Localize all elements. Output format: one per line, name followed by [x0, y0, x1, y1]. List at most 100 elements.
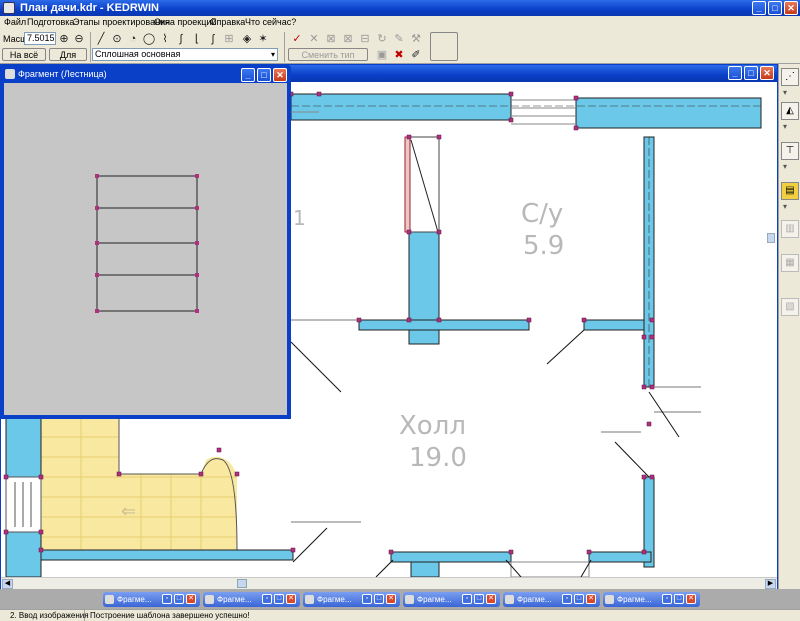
fragment-window[interactable]: Фрагмент (Лестница) _ □ ✕	[0, 65, 291, 419]
scroll-right-icon[interactable]: ▶	[765, 579, 776, 589]
close-icon[interactable]: ✕	[586, 594, 596, 604]
dimension-tool-button[interactable]: ⊤	[781, 142, 799, 160]
fragment-minimize-button[interactable]: _	[241, 68, 255, 82]
maximize-icon[interactable]: □	[474, 594, 484, 604]
spline-tool-icon[interactable]: ∫	[174, 32, 188, 46]
menu-projection-windows[interactable]: Окна проекций	[154, 17, 216, 27]
close-button[interactable]: ✕	[784, 1, 798, 15]
zoom-out-icon[interactable]: ⊖	[72, 32, 86, 46]
fragment-title: Фрагмент (Лестница)	[18, 69, 107, 79]
minimized-fragment[interactable]: Фрагме... ▫ □ ✕	[503, 592, 600, 607]
hammer-tool-icon[interactable]: ⚒	[409, 32, 423, 46]
fragment-maximize-button[interactable]: □	[257, 68, 271, 82]
brush-tool-icon[interactable]: ✎	[392, 32, 406, 46]
room1-area: 5.9	[523, 231, 564, 261]
close-icon[interactable]: ✕	[186, 594, 196, 604]
restore-icon[interactable]: ▫	[662, 594, 672, 604]
room2-area: 19.0	[409, 443, 467, 473]
close-icon[interactable]: ✕	[486, 594, 496, 604]
fragment-window-icon	[105, 595, 114, 604]
grid-delete-icon[interactable]: ⊠	[341, 32, 355, 46]
fragment-canvas[interactable]	[4, 83, 287, 415]
app-icon	[3, 2, 15, 14]
status-message: Построение шаблона завершено успешно!	[90, 611, 250, 620]
zoom-in-icon[interactable]: ⊕	[57, 32, 71, 46]
arc-tool-icon[interactable]: ◔	[126, 32, 140, 46]
plan-close-button[interactable]: ✕	[760, 66, 774, 80]
hatch-tool-icon[interactable]: ⊞	[222, 32, 236, 46]
minimized-fragment[interactable]: Фрагме... ▫ □ ✕	[403, 592, 500, 607]
minimized-fragment[interactable]: Фрагме... ▫ □ ✕	[303, 592, 400, 607]
delete-cross-icon[interactable]: ✖	[392, 48, 406, 62]
stair-arrow-label: ⇐	[121, 501, 136, 522]
maximize-icon[interactable]: □	[174, 594, 184, 604]
vertical-scroll-thumb[interactable]	[767, 233, 775, 243]
for-all-button[interactable]: Для всех	[49, 48, 87, 72]
change-line-type-button[interactable]: Сменить тип линии	[288, 48, 368, 72]
restore-icon[interactable]: ▫	[562, 594, 572, 604]
circle-tool-icon[interactable]: ◯	[142, 32, 156, 46]
minimized-fragment-title: Фрагме...	[317, 595, 352, 604]
cancel-line-icon[interactable]: ✕	[307, 32, 321, 46]
fragment-close-button[interactable]: ✕	[273, 68, 287, 82]
layers-tool-button[interactable]: ▥	[781, 220, 799, 238]
layers-icon[interactable]: ▣	[375, 48, 389, 62]
chevron-down-icon[interactable]: ▾	[783, 162, 787, 171]
menu-whats-now[interactable]: Что сейчас?	[245, 17, 296, 27]
close-icon[interactable]: ✕	[286, 594, 296, 604]
scroll-left-icon[interactable]: ◀	[2, 579, 13, 589]
chevron-down-icon[interactable]: ▾	[783, 202, 787, 211]
maximize-icon[interactable]: □	[674, 594, 684, 604]
circle-center-icon[interactable]: ⊙	[110, 32, 124, 46]
chevron-down-icon[interactable]: ▾	[783, 88, 787, 97]
mdi-area: _ □ ✕ С/у 5.9 Холл 19.0 1 ⇐ ◀ ▶ Фрагмент…	[0, 64, 778, 589]
break-tool-icon[interactable]: ʃ	[206, 32, 220, 46]
fillet-tool-icon[interactable]: ⌊	[190, 32, 204, 46]
symmetry-icon[interactable]: ✶	[256, 32, 270, 46]
fragment-titlebar: Фрагмент (Лестница) _ □ ✕	[2, 67, 289, 82]
line-type-select[interactable]: Сплошная основная ▾	[92, 48, 278, 61]
rotate-tool-icon[interactable]: ↻	[375, 32, 389, 46]
wall-bottom-mid	[390, 551, 512, 563]
menu-file[interactable]: Файл	[4, 17, 26, 27]
minimized-fragment[interactable]: Фрагме... ▫ □ ✕	[603, 592, 700, 607]
points-tool-button[interactable]: ⋰	[781, 68, 799, 86]
maximize-icon[interactable]: □	[574, 594, 584, 604]
chevron-down-icon[interactable]: ▾	[783, 122, 787, 131]
scroll-thumb[interactable]	[237, 579, 247, 588]
menu-preparation[interactable]: Подготовка	[27, 17, 74, 27]
close-icon[interactable]: ✕	[386, 594, 396, 604]
restore-icon[interactable]: ▫	[362, 594, 372, 604]
print-tool-button[interactable]: ▧	[781, 298, 799, 316]
restore-icon[interactable]: ▫	[162, 594, 172, 604]
restore-icon[interactable]: ▫	[262, 594, 272, 604]
menu-help[interactable]: Справка	[210, 17, 245, 27]
curve-tool-icon[interactable]: ⌇	[158, 32, 172, 46]
snap-point-icon[interactable]: ◈	[240, 32, 254, 46]
edit-tool-icon[interactable]: ⊟	[358, 32, 372, 46]
scale-input[interactable]: 7.5015	[24, 32, 56, 45]
blank-tool-button[interactable]	[430, 32, 458, 61]
minimized-fragment[interactable]: Фрагме... ▫ □ ✕	[203, 592, 300, 607]
maximize-icon[interactable]: □	[274, 594, 284, 604]
minimize-button[interactable]: _	[752, 1, 766, 15]
maximize-icon[interactable]: □	[374, 594, 384, 604]
wall-bottom-right	[588, 551, 652, 563]
section-tool-button[interactable]: ▤	[781, 182, 799, 200]
restore-icon[interactable]: ▫	[462, 594, 472, 604]
frame-tool-button[interactable]: ▦	[781, 254, 799, 272]
toolbar-separator	[284, 32, 285, 62]
pen-tool-icon[interactable]: ✐	[409, 48, 423, 62]
maximize-button[interactable]: □	[768, 1, 782, 15]
minimized-fragment[interactable]: Фрагме... ▫ □ ✕	[103, 592, 200, 607]
fit-window-button[interactable]: На всё окно	[2, 48, 46, 72]
plan-maximize-button[interactable]: □	[744, 66, 758, 80]
view-tool-button[interactable]: ◭	[781, 102, 799, 120]
plan-minimize-button[interactable]: _	[728, 66, 742, 80]
line-tool-icon[interactable]: ╱	[94, 32, 108, 46]
apply-line-icon[interactable]: ✓	[290, 32, 304, 46]
close-icon[interactable]: ✕	[686, 594, 696, 604]
minimized-fragment-title: Фрагме...	[517, 595, 552, 604]
grid-tool-icon[interactable]: ⊠	[324, 32, 338, 46]
horizontal-scrollbar[interactable]: ◀ ▶	[1, 577, 777, 589]
